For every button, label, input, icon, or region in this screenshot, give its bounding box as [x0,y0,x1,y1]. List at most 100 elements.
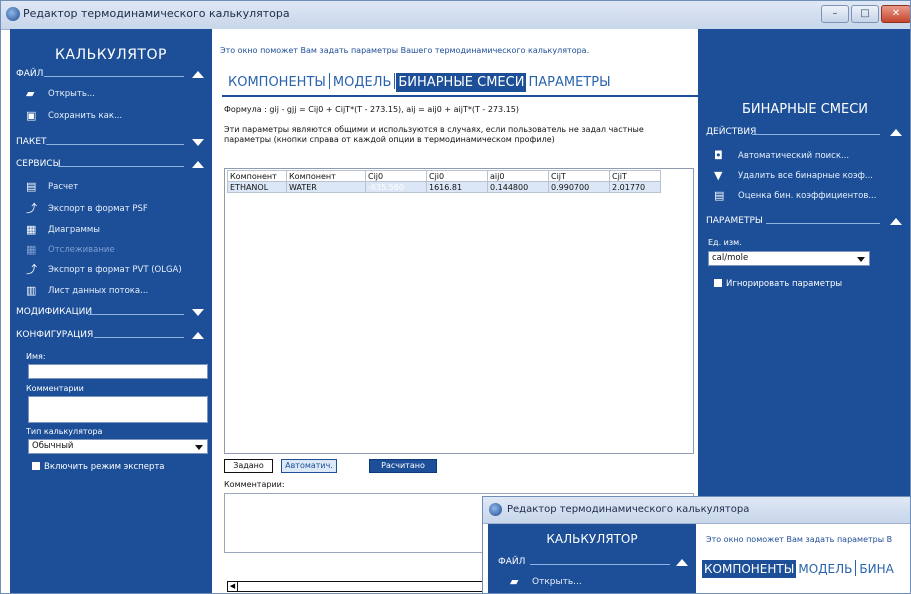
minimize-button[interactable]: – [821,5,849,23]
overlay-tab-binary[interactable]: БИНА [857,560,895,578]
tab-separator [328,73,330,89]
column-header[interactable]: Компонент [227,170,287,182]
table-cell[interactable]: 0.990700 [548,181,610,193]
section-package[interactable]: ПАКЕТ [16,137,204,151]
column-header[interactable]: Cji0 [426,170,488,182]
divider [58,166,184,167]
window-title: Редактор термодинамического калькулятора [23,7,290,20]
action-label: Удалить все бинарные коэф... [738,171,873,181]
menu-label: Экспорт в формат PVT (OLGA) [48,265,182,275]
calc-type-select[interactable]: Обычный [28,439,208,454]
tab-model[interactable]: МОДЕЛЬ [331,73,394,92]
table-cell[interactable]: 1616.81 [426,181,488,193]
menu-label: Отслеживание [48,245,115,255]
section-parameters[interactable]: ПАРАМЕТРЫ [706,216,902,230]
divider [766,223,880,224]
table-row[interactable]: ETHANOL WATER -635.560 1616.81 0.144800 … [227,181,661,193]
description-text: Эти параметры являются общими и использу… [224,125,644,144]
checkbox-label: Игнорировать параметры [726,279,843,289]
auto-button[interactable]: Автоматич. [281,459,337,473]
binary-params-grid[interactable]: Компонент Компонент Cij0 Cji0 aij0 CijT … [224,168,694,592]
expand-icon[interactable] [192,309,204,316]
scroll-left-icon[interactable]: ◀ [227,581,238,592]
collapse-icon[interactable] [192,161,204,168]
maximize-button[interactable]: □ [851,5,879,23]
tracking-icon: ▦ [26,243,37,256]
section-label: ДЕЙСТВИЯ [706,127,757,137]
menu-label: Расчет [48,182,79,192]
collapse-icon[interactable] [890,129,902,136]
units-select[interactable]: cal/mole [708,251,870,266]
save-icon: ▣ [26,109,37,122]
calc-type-label: Тип калькулятора [26,427,103,436]
table-cell[interactable]: 0.144800 [487,181,549,193]
comment-input[interactable] [28,396,208,423]
overlay-tab-model[interactable]: МОДЕЛЬ [796,560,854,578]
column-header[interactable]: CijT [548,170,610,182]
column-header[interactable]: aij0 [487,170,549,182]
intro-text: Это окно поможет Вам задать параметры Ва… [220,46,590,55]
folder-icon: ▰ [510,575,519,588]
table-cell[interactable]: ETHANOL [227,181,287,193]
column-header[interactable]: Cij0 [365,170,427,182]
checkbox-box[interactable] [714,279,722,287]
table-cell[interactable]: 2.01770 [609,181,661,193]
overlay-title-bar[interactable]: Редактор термодинамического калькулятора [483,497,910,524]
overlay-section-file[interactable]: ФАЙЛ [498,557,688,571]
checkbox-box[interactable] [32,462,40,470]
left-sidebar: КАЛЬКУЛЯТОР ФАЙЛ ▰ Открыть... ▣ Сохранит… [10,29,212,593]
divider [46,144,184,145]
tab-binary-mixtures[interactable]: БИНАРНЫЕ СМЕСИ [396,73,527,92]
overlay-window[interactable]: Редактор термодинамического калькулятора… [482,496,911,594]
divider [94,337,184,338]
overlay-tab-components[interactable]: КОМПОНЕНТЫ [702,560,797,578]
tab-parameters[interactable]: ПАРАМЕТРЫ [526,73,612,92]
formula-text: Формула : gij - gjj = Cij0 + CijT*(T - 2… [224,105,519,114]
collapse-icon[interactable] [890,218,902,225]
binoculars-icon: ◘ [714,149,723,162]
params-table: Компонент Компонент Cij0 Cji0 aij0 CijT … [227,170,661,193]
document-icon: ▤ [714,189,725,202]
collapse-icon[interactable] [192,71,204,78]
table-icon: ▥ [26,284,37,297]
section-configuration[interactable]: КОНФИГУРАЦИЯ [16,330,204,344]
column-header[interactable]: CjiT [609,170,661,182]
divider [530,564,670,565]
tab-components[interactable]: КОМПОНЕНТЫ [226,73,328,92]
select-value: cal/mole [712,253,749,263]
collapse-icon[interactable] [192,332,204,339]
title-bar[interactable]: Редактор термодинамического калькулятора… [1,1,910,30]
tab-separator [394,73,396,89]
overlay-intro-text: Это окно поможет Вам задать параметры В [706,535,893,544]
expand-icon[interactable] [192,139,204,146]
section-file[interactable]: ФАЙЛ [16,69,204,83]
close-button[interactable]: ✕ [881,5,910,23]
overlay-sidebar: КАЛЬКУЛЯТОР ФАЙЛ ▰ Открыть... [488,524,696,593]
tab-bar: КОМПОНЕНТЫ МОДЕЛЬ БИНАРНЫЕ СМЕСИ ПАРАМЕТРЫ [226,73,613,93]
column-header[interactable]: Компонент [286,170,366,182]
checkbox-label: Включить режим эксперта [44,462,165,472]
section-services[interactable]: СЕРВИСЫ [16,159,204,173]
app-icon [489,503,502,516]
collapse-icon[interactable] [676,559,688,566]
panel-title: БИНАРНЫЕ СМЕСИ [741,102,869,117]
table-cell-selected[interactable]: -635.560 [365,181,427,193]
expert-mode-checkbox[interactable]: Включить режим эксперта [32,462,165,472]
section-label: ФАЙЛ [16,69,44,79]
app-icon [6,7,20,21]
set-button[interactable]: Задано [224,459,273,473]
name-input[interactable] [28,364,208,379]
section-label: КОНФИГУРАЦИЯ [16,330,94,340]
comment-label: Комментарии: [224,480,285,489]
folder-icon: ▰ [26,87,35,100]
tab-separator [855,560,857,576]
section-actions[interactable]: ДЕЙСТВИЯ [706,127,902,141]
table-header-row: Компонент Компонент Cij0 Cji0 aij0 CijT … [227,170,661,182]
divider [44,76,184,77]
chevron-down-icon [857,257,865,262]
ignore-params-checkbox[interactable]: Игнорировать параметры [714,279,842,289]
menu-label: Экспорт в формат PSF [48,204,148,214]
calculated-button[interactable]: Расчитано [369,459,437,473]
table-cell[interactable]: WATER [286,181,366,193]
section-modifications[interactable]: МОДИФИКАЦИИ [16,307,204,321]
